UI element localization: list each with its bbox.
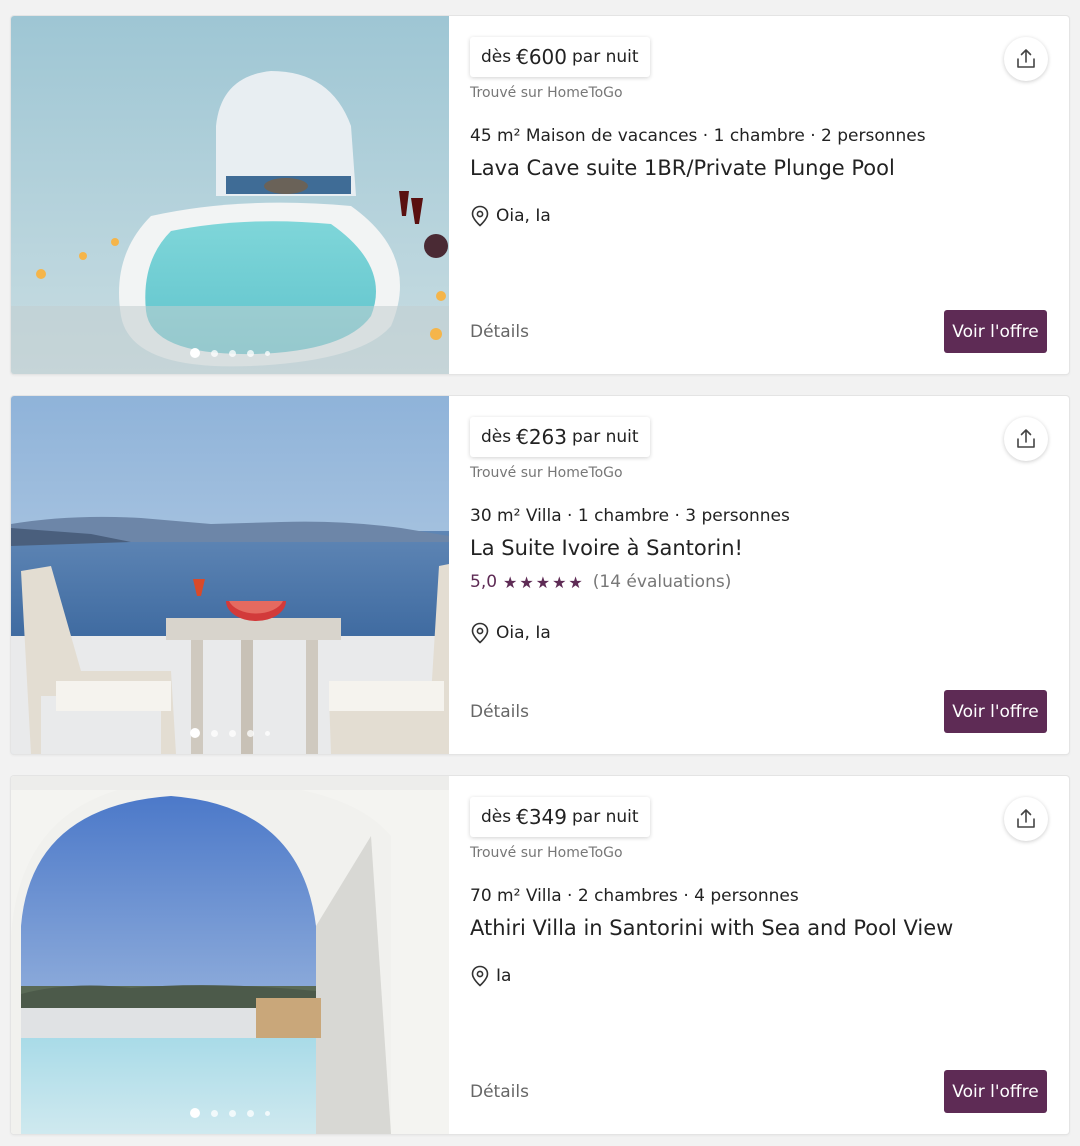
price-prefix: dès xyxy=(481,427,512,447)
price-suffix: par nuit xyxy=(572,47,639,67)
photo-carousel-dots[interactable] xyxy=(11,728,449,738)
share-button[interactable] xyxy=(1004,417,1048,461)
listing-facts: 30 m² Villa · 1 chambre · 3 personnes xyxy=(470,506,790,526)
share-button[interactable] xyxy=(1004,797,1048,841)
view-offer-button[interactable]: Voir l'offre xyxy=(944,1070,1047,1113)
location-pin-icon xyxy=(471,622,489,644)
listing-location: Oia, Ia xyxy=(470,622,551,644)
price-suffix: par nuit xyxy=(572,427,639,447)
listing-facts: 45 m² Maison de vacances · 1 chambre · 2… xyxy=(470,126,926,146)
carousel-dot[interactable] xyxy=(190,1108,200,1118)
share-icon xyxy=(1017,809,1035,828)
source-label: Trouvé sur HomeToGo xyxy=(470,465,623,481)
carousel-dot[interactable] xyxy=(265,730,270,736)
carousel-dot[interactable] xyxy=(265,1110,270,1116)
price-amount: €600 xyxy=(516,45,568,69)
listing-title[interactable]: La Suite Ivoire à Santorin! xyxy=(470,536,743,560)
carousel-dot[interactable] xyxy=(211,349,218,357)
location-pin-icon xyxy=(471,205,489,227)
price-amount: €349 xyxy=(516,805,568,829)
listing-photo[interactable] xyxy=(11,776,449,1134)
share-icon xyxy=(1017,49,1035,68)
rating-stars-icon: ★★★★★ xyxy=(503,572,585,592)
listing-rating: 5,0 ★★★★★ (14 évaluations) xyxy=(470,572,731,592)
carousel-dot[interactable] xyxy=(247,349,254,357)
listing-facts: 70 m² Villa · 2 chambres · 4 personnes xyxy=(470,886,799,906)
listing-location: Ia xyxy=(470,965,511,987)
listing-photo[interactable] xyxy=(11,396,449,754)
listing-location: Oia, Ia xyxy=(470,205,551,227)
carousel-dot[interactable] xyxy=(190,348,200,358)
listing-card[interactable]: dès €349 par nuit Trouvé sur HomeToGo 70… xyxy=(11,776,1069,1134)
location-pin-icon xyxy=(471,965,489,987)
price-badge: dès €263 par nuit xyxy=(470,417,650,457)
listing-body: dès €349 par nuit Trouvé sur HomeToGo 70… xyxy=(449,776,1069,1134)
carousel-dot[interactable] xyxy=(190,728,200,738)
carousel-dot[interactable] xyxy=(211,1109,218,1117)
price-badge: dès €349 par nuit xyxy=(470,797,650,837)
carousel-dot[interactable] xyxy=(229,1109,236,1117)
rating-count: (14 évaluations) xyxy=(592,572,732,592)
details-link[interactable]: Détails xyxy=(470,322,529,342)
location-text: Ia xyxy=(496,966,512,986)
carousel-dot[interactable] xyxy=(229,349,236,357)
price-badge: dès €600 par nuit xyxy=(470,37,650,77)
price-amount: €263 xyxy=(516,425,568,449)
listing-card[interactable]: dès €263 par nuit Trouvé sur HomeToGo 30… xyxy=(11,396,1069,754)
carousel-dot[interactable] xyxy=(247,729,254,737)
carousel-dot[interactable] xyxy=(265,350,270,356)
price-prefix: dès xyxy=(481,807,512,827)
carousel-dot[interactable] xyxy=(247,1109,254,1117)
carousel-dot[interactable] xyxy=(211,729,218,737)
listing-body: dès €263 par nuit Trouvé sur HomeToGo 30… xyxy=(449,396,1069,754)
price-prefix: dès xyxy=(481,47,512,67)
rating-score: 5,0 xyxy=(470,572,498,592)
photo-carousel-dots[interactable] xyxy=(11,348,449,358)
listing-photo[interactable] xyxy=(11,16,449,374)
details-link[interactable]: Détails xyxy=(470,702,529,722)
share-button[interactable] xyxy=(1004,37,1048,81)
photo-carousel-dots[interactable] xyxy=(11,1108,449,1118)
location-text: Oia, Ia xyxy=(496,623,551,643)
view-offer-button[interactable]: Voir l'offre xyxy=(944,310,1047,353)
listing-title[interactable]: Athiri Villa in Santorini with Sea and P… xyxy=(470,916,953,940)
listing-card[interactable]: dès €600 par nuit Trouvé sur HomeToGo 45… xyxy=(11,16,1069,374)
source-label: Trouvé sur HomeToGo xyxy=(470,85,623,101)
location-text: Oia, Ia xyxy=(496,206,551,226)
price-suffix: par nuit xyxy=(572,807,639,827)
source-label: Trouvé sur HomeToGo xyxy=(470,845,623,861)
listing-body: dès €600 par nuit Trouvé sur HomeToGo 45… xyxy=(449,16,1069,374)
share-icon xyxy=(1017,429,1035,448)
view-offer-button[interactable]: Voir l'offre xyxy=(944,690,1047,733)
listing-title[interactable]: Lava Cave suite 1BR/Private Plunge Pool xyxy=(470,156,895,180)
carousel-dot[interactable] xyxy=(229,729,236,737)
details-link[interactable]: Détails xyxy=(470,1082,529,1102)
